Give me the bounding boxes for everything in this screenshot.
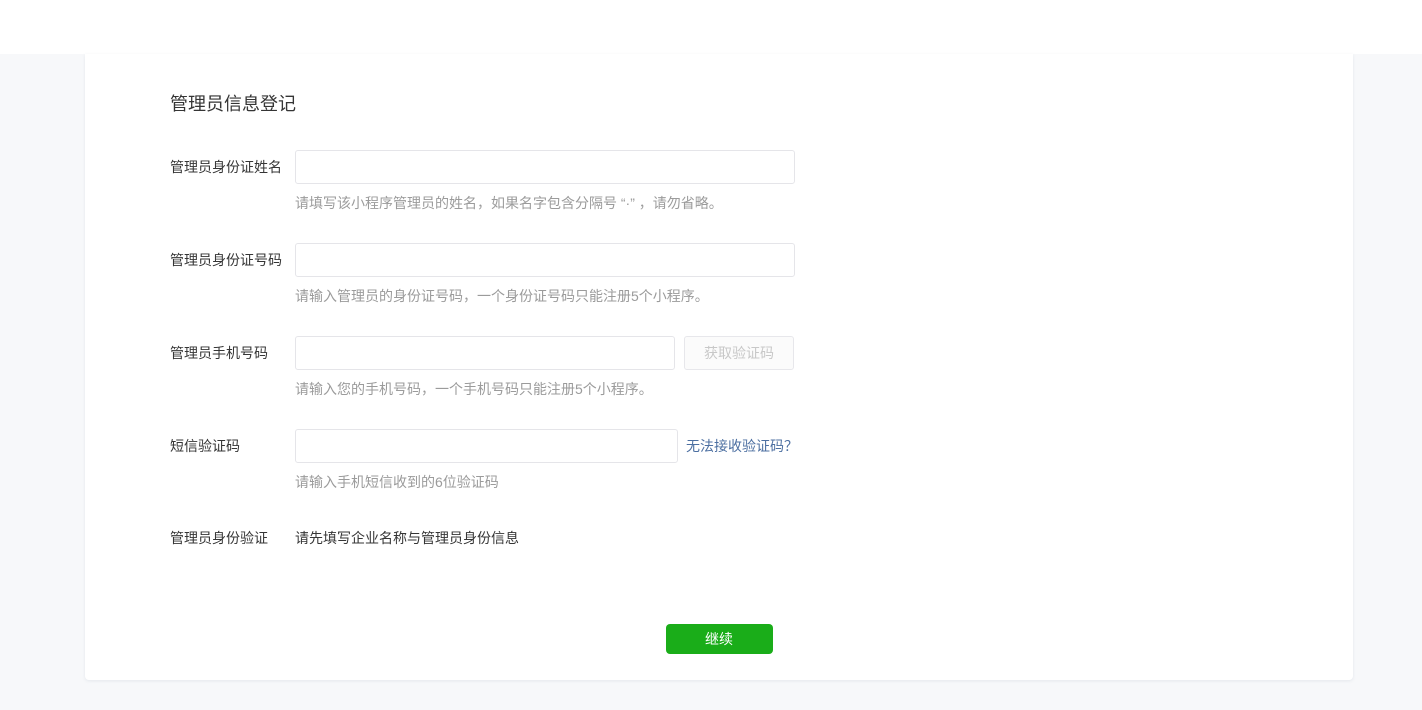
get-verification-code-button[interactable]: 获取验证码 [684, 336, 794, 370]
identity-verify-status: 请先填写企业名称与管理员身份信息 [295, 531, 519, 545]
page-title: 管理员信息登记 [170, 92, 1353, 117]
field-admin-id-number: 管理员身份证号码 请输入管理员的身份证号码，一个身份证号码只能注册5个小程序。 [170, 243, 1353, 304]
field-identity-verify: 管理员身份验证 请先填写企业名称与管理员身份信息 [170, 531, 1353, 545]
top-bar [0, 0, 1422, 54]
page-background: 管理员信息登记 管理员身份证姓名 请填写该小程序管理员的姓名，如果名字包含分隔号… [0, 54, 1422, 710]
identity-verify-label: 管理员身份验证 [170, 531, 295, 545]
sms-code-input[interactable] [295, 429, 678, 463]
continue-button[interactable]: 继续 [666, 624, 773, 654]
field-admin-id-name: 管理员身份证姓名 请填写该小程序管理员的姓名，如果名字包含分隔号 “·” ，请勿… [170, 150, 1353, 211]
admin-phone-input[interactable] [295, 336, 675, 370]
sms-code-label: 短信验证码 [170, 436, 295, 456]
registration-card: 管理员信息登记 管理员身份证姓名 请填写该小程序管理员的姓名，如果名字包含分隔号… [85, 54, 1353, 680]
admin-id-number-input[interactable] [295, 243, 795, 277]
admin-id-name-hint: 请填写该小程序管理员的姓名，如果名字包含分隔号 “·” ，请勿省略。 [295, 196, 1353, 211]
field-sms-code: 短信验证码 无法接收验证码？ 请输入手机短信收到的6位验证码 [170, 429, 1353, 490]
admin-id-number-hint: 请输入管理员的身份证号码，一个身份证号码只能注册5个小程序。 [295, 289, 1353, 304]
admin-id-number-label: 管理员身份证号码 [170, 250, 295, 270]
sms-code-hint: 请输入手机短信收到的6位验证码 [295, 475, 1353, 490]
admin-id-name-input[interactable] [295, 150, 795, 184]
admin-phone-label: 管理员手机号码 [170, 343, 295, 363]
cannot-receive-code-link[interactable]: 无法接收验证码？ [686, 436, 798, 456]
admin-phone-hint: 请输入您的手机号码，一个手机号码只能注册5个小程序。 [295, 382, 1353, 397]
field-admin-phone: 管理员手机号码 获取验证码 请输入您的手机号码，一个手机号码只能注册5个小程序。 [170, 336, 1353, 397]
submit-row: 继续 [85, 624, 1353, 654]
admin-id-name-label: 管理员身份证姓名 [170, 157, 295, 177]
